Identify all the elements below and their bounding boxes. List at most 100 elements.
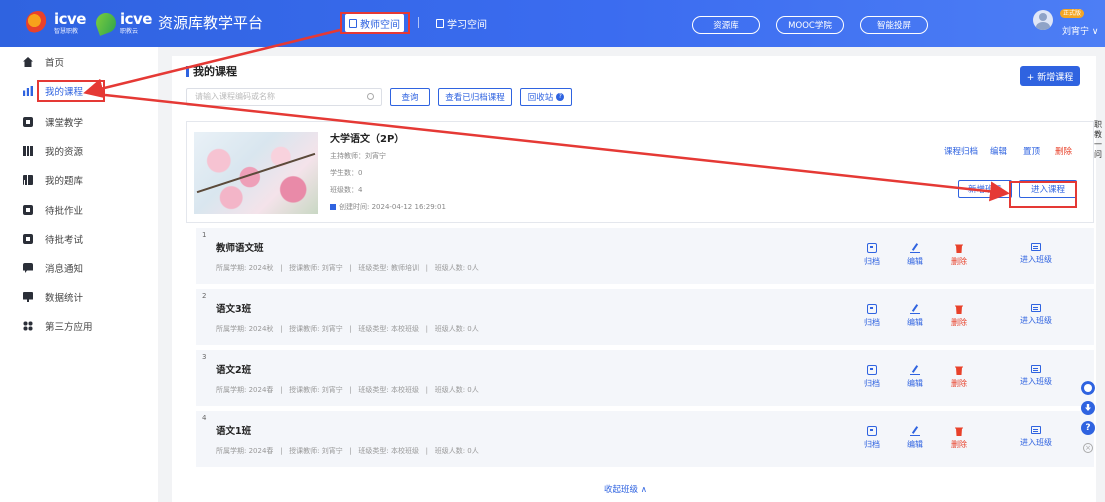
classroom-icon — [23, 117, 33, 127]
class-index: 3 — [202, 353, 207, 361]
sidebar-item-label: 消息通知 — [45, 264, 84, 275]
logo-brand2-text: icve — [119, 10, 152, 28]
user-name-menu[interactable]: 刘宵宁 ∨ — [1062, 24, 1098, 37]
annotation-box-my-courses — [37, 80, 105, 102]
sidebar-item-label: 第三方应用 — [45, 322, 93, 333]
avatar[interactable] — [1033, 10, 1053, 30]
tab-study-space[interactable]: 学习空间 — [432, 14, 491, 32]
nav-divider — [418, 17, 419, 28]
course-cover-image[interactable] — [194, 132, 318, 214]
course-created-text: 创建时间: 2024-04-12 16:29:01 — [339, 203, 446, 211]
statistics-icon — [23, 292, 33, 302]
page-title: 我的课程 — [186, 66, 237, 77]
sidebar-item-classroom[interactable]: 课堂教学 — [23, 114, 83, 130]
sidebar-item-messages[interactable]: 消息通知 — [23, 260, 83, 276]
delete-label: 删除 — [951, 318, 967, 327]
smart-screen-link[interactable]: 智能投屏 — [860, 16, 928, 34]
resource-library-label: 资源库 — [713, 21, 739, 31]
question-bank-icon — [23, 175, 33, 185]
help-icon: ? — [556, 93, 565, 101]
ask-assistant-tab[interactable]: 职教一问 — [1094, 120, 1104, 160]
class-row: 4 语文1班 所属学期: 2024春 | 授课教师: 刘宵宁 | 班级类型: 本… — [196, 411, 1094, 467]
edit-class-button[interactable]: 编辑 — [907, 365, 923, 389]
logo[interactable]: icve 智慧职教 icve 职教云 资源库教学平台 — [26, 9, 263, 36]
course-edit-link[interactable]: 编辑 — [990, 145, 1007, 157]
class-name: 语文3班 — [216, 304, 252, 315]
query-button[interactable]: 查询 — [390, 88, 430, 106]
delete-class-button[interactable]: 删除 — [951, 365, 967, 389]
search-icon[interactable] — [367, 93, 374, 100]
mooc-link[interactable]: MOOC学院 — [776, 16, 844, 34]
home-icon — [23, 57, 33, 67]
search-placeholder: 请输入课程编码或名称 — [195, 92, 275, 101]
customer-service-icon[interactable] — [1081, 381, 1095, 395]
trash-icon — [955, 366, 963, 375]
main-content: 我的课程 请输入课程编码或名称 查询 查看已归档课程 回收站? + 新增课程 大… — [172, 56, 1096, 502]
sidebar-item-question-bank[interactable]: 我的题库 — [23, 172, 83, 188]
icve-logo-icon — [26, 10, 50, 35]
delete-class-button[interactable]: 删除 — [951, 304, 967, 328]
course-archive-link[interactable]: 课程归档 — [944, 145, 978, 157]
cloud-logo-icon — [93, 9, 119, 36]
sidebar-item-exam[interactable]: 待批考试 — [23, 231, 83, 247]
smart-screen-label: 智能投屏 — [876, 21, 911, 31]
edit-icon — [910, 426, 920, 436]
add-class-label: 新增班级 — [967, 185, 1002, 195]
add-class-button[interactable]: 新增班级 — [958, 180, 1012, 198]
course-pin-link[interactable]: 置顶 — [1023, 145, 1040, 157]
version-badge: 正式版 — [1060, 9, 1085, 18]
add-course-label: + 新增课程 — [1026, 72, 1074, 83]
enter-class-icon — [1031, 426, 1041, 434]
enter-class-label: 进入班级 — [1020, 377, 1052, 386]
enter-class-button[interactable]: 进入班级 — [1020, 304, 1052, 326]
sidebar-item-statistics[interactable]: 数据统计 — [23, 289, 83, 305]
enter-class-button[interactable]: 进入班级 — [1020, 365, 1052, 387]
delete-class-button[interactable]: 删除 — [951, 243, 967, 267]
archive-class-button[interactable]: 归档 — [864, 365, 880, 389]
collapse-classes-toggle[interactable]: 收起班级 ∧ — [604, 483, 647, 495]
study-space-icon — [436, 18, 444, 28]
enter-class-icon — [1031, 243, 1041, 251]
enter-class-button[interactable]: 进入班级 — [1020, 243, 1052, 265]
download-icon[interactable] — [1081, 401, 1095, 415]
sidebar-item-third-party[interactable]: 第三方应用 — [23, 318, 93, 334]
enter-class-icon — [1031, 365, 1041, 373]
edit-icon — [910, 304, 920, 314]
archive-label: 归档 — [864, 257, 880, 266]
class-row: 3 语文2班 所属学期: 2024春 | 授课教师: 刘宵宁 | 班级类型: 本… — [196, 350, 1094, 406]
search-input[interactable]: 请输入课程编码或名称 — [186, 88, 382, 106]
class-meta: 所属学期: 2024秋 | 授课教师: 刘宵宁 | 班级类型: 教师培训 | 班… — [216, 264, 479, 272]
help-circle-icon[interactable]: ? — [1081, 421, 1095, 435]
archive-class-button[interactable]: 归档 — [864, 243, 880, 267]
recycle-bin-button[interactable]: 回收站? — [520, 88, 572, 106]
enter-class-button[interactable]: 进入班级 — [1020, 426, 1052, 448]
class-index: 4 — [202, 414, 207, 422]
platform-title: 资源库教学平台 — [157, 14, 263, 32]
archive-class-button[interactable]: 归档 — [864, 426, 880, 450]
close-float-icon[interactable]: × — [1083, 443, 1093, 453]
edit-class-button[interactable]: 编辑 — [907, 304, 923, 328]
resource-library-link[interactable]: 资源库 — [692, 16, 760, 34]
sidebar-item-label: 数据统计 — [45, 293, 84, 304]
add-course-button[interactable]: + 新增课程 — [1020, 66, 1080, 86]
course-delete-link[interactable]: 删除 — [1055, 145, 1072, 157]
sidebar-item-resources[interactable]: 我的资源 — [23, 143, 83, 159]
class-row: 2 语文3班 所属学期: 2024秋 | 授课教师: 刘宵宁 | 班级类型: 本… — [196, 289, 1094, 345]
sidebar-item-homework[interactable]: 待批作业 — [23, 202, 83, 218]
homework-icon — [23, 205, 33, 215]
resource-icon — [23, 146, 33, 156]
archive-class-button[interactable]: 归档 — [864, 304, 880, 328]
course-name[interactable]: 大学语文（2P） — [330, 130, 404, 145]
view-archived-button[interactable]: 查看已归档课程 — [438, 88, 512, 106]
edit-label: 编辑 — [907, 318, 923, 327]
annotation-box-enter-course — [1009, 181, 1077, 208]
sidebar-item-label: 待批作业 — [45, 206, 84, 217]
sidebar-item-home[interactable]: 首页 — [23, 54, 64, 70]
edit-class-button[interactable]: 编辑 — [907, 243, 923, 267]
logo-brand-text: icve — [54, 10, 86, 28]
recycle-bin-label: 回收站 — [527, 93, 554, 103]
delete-class-button[interactable]: 删除 — [951, 426, 967, 450]
course-students: 学生数：0 — [330, 169, 363, 177]
calendar-icon — [330, 204, 336, 210]
edit-class-button[interactable]: 编辑 — [907, 426, 923, 450]
